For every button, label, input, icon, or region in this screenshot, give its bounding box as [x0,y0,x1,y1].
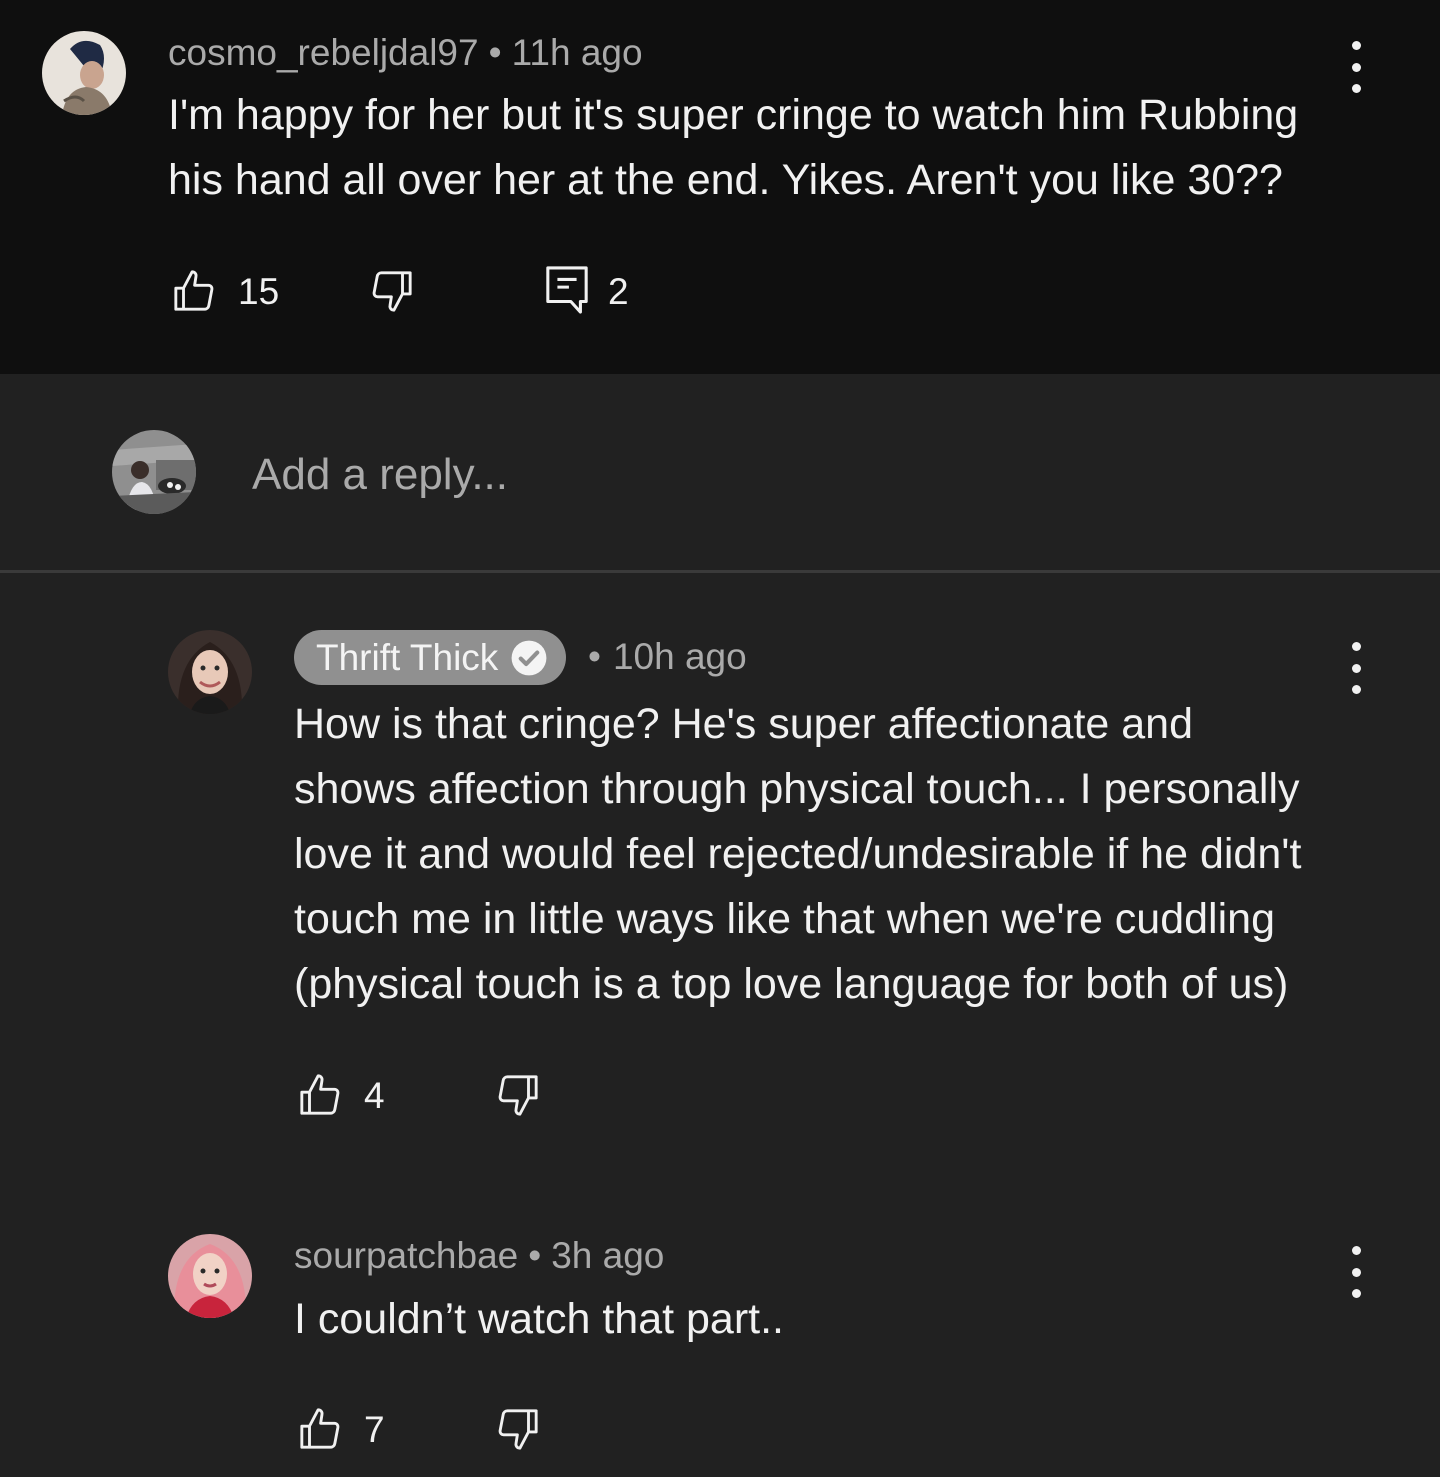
like-count: 7 [364,1409,385,1450]
reply-input[interactable]: Add a reply... [252,450,508,500]
meta-separator: • [588,636,601,677]
more-vert-icon [1351,642,1361,651]
more-vert-icon [1351,1246,1361,1255]
thumbs-down-icon [498,1075,538,1116]
avatar[interactable] [168,1234,252,1318]
avatar[interactable] [168,630,252,714]
comment-text: I couldn’t watch that part.. [294,1287,784,1352]
comment-text-line: (physical touch is a top love language f… [294,960,1289,1008]
author-name[interactable]: cosmo_rebeljdal97 [168,32,479,73]
reply-composer [0,374,1440,571]
like-count: 15 [238,271,280,312]
comment-text-line: I couldn’t watch that part.. [294,1295,784,1343]
thumbs-up-icon [300,1074,340,1115]
more-vert-dot [1351,1267,1361,1277]
top-comment: cosmo_rebeljdal97 • 11h ago I'm happy for … [0,0,1440,374]
thumbs-up-icon [300,1408,340,1449]
comment-time: 10h ago [612,636,747,677]
user-avatar-image [112,430,196,514]
more-vert-dot [1351,84,1361,93]
thumbs-down-icon [498,1409,538,1450]
more-vert-dot [1351,1289,1361,1298]
dislike-button[interactable] [494,1072,540,1118]
check-circle-icon [511,640,547,675]
comment-text: How is that cringe? He's super affection… [294,692,1301,1017]
more-options-button[interactable] [1336,638,1376,698]
meta-separator: • [488,32,502,73]
comment-text-line: touch me in little ways like that when w… [294,895,1275,943]
divider [0,570,1440,573]
comment-meta: cosmo_rebeljdal97 • 11h ago [168,31,643,75]
like-count: 4 [364,1075,385,1116]
thumbs-up-icon [174,270,214,311]
more-vert-dot [1351,663,1361,673]
dislike-button[interactable] [494,1406,540,1452]
author-name[interactable]: sourpatchbae [294,1235,518,1276]
more-options-button[interactable] [1336,37,1376,97]
reply-count: 2 [608,271,629,312]
avatar-image [168,1234,252,1318]
author-name: Thrift Thick [316,636,499,678]
like-button[interactable] [298,1072,344,1118]
comment-text-line: I'm happy for her but it's super cringe … [168,91,1299,139]
dislike-button[interactable] [368,268,414,314]
avatar[interactable] [42,31,126,115]
more-vert-dot [1351,685,1361,694]
comment-text: I'm happy for her but it's super cringe … [168,83,1298,213]
comment-text-line: How is that cringe? He's super affection… [294,700,1193,748]
like-button[interactable] [298,1406,344,1452]
more-vert-icon [1351,41,1361,50]
more-vert-dot [1351,62,1361,72]
more-options-button[interactable] [1336,1242,1376,1302]
avatar-image [168,630,252,714]
comment-time: 3h ago [551,1235,665,1276]
meta-separator: • [528,1235,542,1276]
reply-button[interactable] [544,264,590,316]
avatar [112,430,196,514]
comment-meta: • 10h ago [588,635,747,679]
thumbs-down-icon [372,271,412,312]
comment-icon [546,266,588,314]
comment-time: 11h ago [511,32,643,73]
creator-badge[interactable]: Thrift Thick [294,630,567,685]
comment-text-line: shows affection through physical touch..… [294,765,1300,813]
comment-text-line: his hand all over her at the end. Yikes.… [168,156,1283,204]
comment-text-line: love it and would feel rejected/undesira… [294,830,1302,878]
avatar-image [42,31,126,115]
like-button[interactable] [172,268,218,314]
comment-meta: sourpatchbae • 3h ago [294,1234,664,1278]
